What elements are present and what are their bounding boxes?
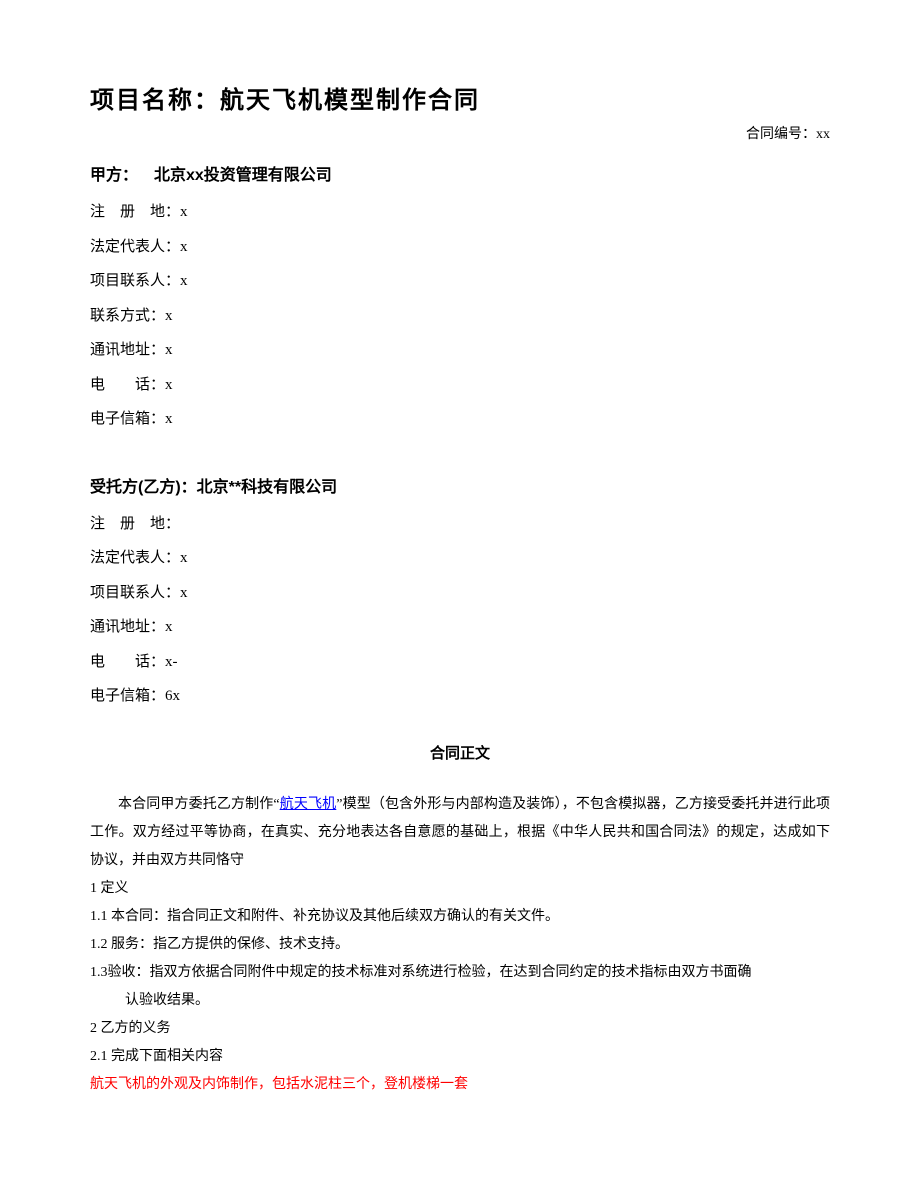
contract-number-line: 合同编号：xx (90, 123, 830, 143)
contract-body-title: 合同正文 (90, 742, 830, 763)
clause-2: 2 乙方的义务 (90, 1015, 830, 1043)
party-b-legal-rep: 法定代表人：x (90, 541, 830, 576)
party-b-mail-addr: 通讯地址：x (90, 610, 830, 645)
contract-number-value: xx (816, 127, 830, 142)
spacecraft-link[interactable]: 航天飞机 (280, 797, 337, 812)
clause-2-red-text: 航天飞机的外观及内饰制作，包括水泥柱三个，登机楼梯一套 (90, 1071, 830, 1099)
party-b-email: 电子信箱：6x (90, 679, 830, 714)
intro-text-pre: 本合同甲方委托乙方制作“ (118, 797, 280, 812)
clause-1-1: 1.1 本合同：指合同正文和附件、补充协议及其他后续双方确认的有关文件。 (90, 903, 830, 931)
clause-1-2: 1.2 服务：指乙方提供的保修、技术支持。 (90, 931, 830, 959)
clause-2-1: 2.1 完成下面相关内容 (90, 1043, 830, 1071)
contract-number-label: 合同编号： (746, 127, 816, 142)
intro-paragraph: 本合同甲方委托乙方制作“航天飞机”模型（包含外形与内部构造及装饰），不包含模拟器… (90, 791, 830, 875)
party-a-email: 电子信箱：x (90, 402, 830, 437)
document-page: 项目名称：航天飞机模型制作合同 合同编号：xx 甲方： 北京xx投资管理有限公司… (0, 0, 920, 1191)
party-a-reg-addr: 注 册 地：x (90, 195, 830, 230)
party-a-contact-method: 联系方式：x (90, 299, 830, 334)
party-a-legal-rep: 法定代表人：x (90, 230, 830, 265)
party-a-project-contact: 项目联系人：x (90, 264, 830, 299)
project-title: 项目名称：航天飞机模型制作合同 (90, 80, 830, 115)
party-a-header: 甲方： 北京xx投资管理有限公司 (90, 161, 830, 185)
party-b-header: 受托方(乙方)：北京**科技有限公司 (90, 473, 830, 497)
party-b-reg-addr: 注 册 地： (90, 507, 830, 542)
party-b-phone: 电 话：x- (90, 645, 830, 680)
clause-1-3-line1: 1.3验收：指双方依据合同附件中规定的技术标准对系统进行检验，在达到合同约定的技… (90, 959, 830, 987)
party-b-project-contact: 项目联系人：x (90, 576, 830, 611)
clause-1: 1 定义 (90, 875, 830, 903)
party-a-mail-addr: 通讯地址：x (90, 333, 830, 368)
clause-1-3-line2: 认验收结果。 (90, 987, 830, 1015)
party-a-phone: 电 话：x (90, 368, 830, 403)
